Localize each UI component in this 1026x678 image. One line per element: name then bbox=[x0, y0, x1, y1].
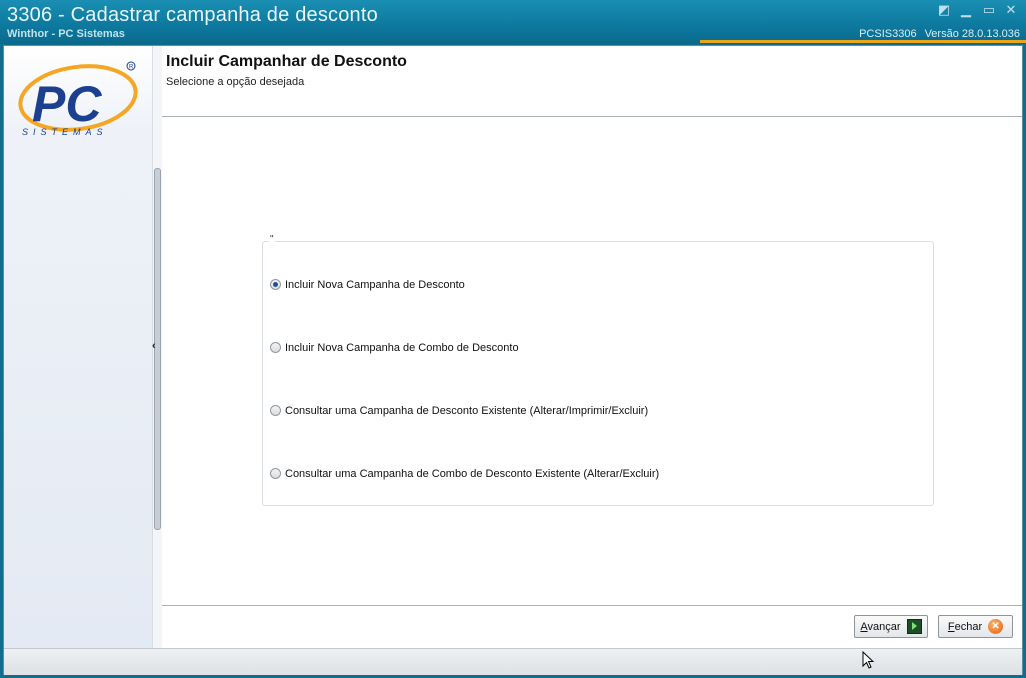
svg-text:R: R bbox=[129, 65, 134, 71]
main-panel: Incluir Campanhar de Desconto Selecione … bbox=[162, 46, 1022, 648]
radio-icon[interactable] bbox=[270, 468, 281, 479]
arrow-right-icon bbox=[906, 619, 922, 634]
option-consultar-campanha[interactable]: Consultar uma Campanha de Desconto Exist… bbox=[270, 405, 648, 417]
header-divider bbox=[162, 116, 1022, 117]
close-circle-icon: ✕ bbox=[988, 619, 1004, 634]
window-client: PC R SISTEMAS ‹ Incluir Campanhar de Des… bbox=[3, 45, 1023, 675]
option-incluir-combo[interactable]: Incluir Nova Campanha de Combo de Descon… bbox=[270, 342, 519, 354]
restore-icon[interactable]: ◩ bbox=[936, 3, 952, 17]
option-consultar-combo[interactable]: Consultar uma Campanha de Combo de Desco… bbox=[270, 468, 659, 480]
radio-icon[interactable] bbox=[270, 405, 281, 416]
window-subtitle: Winthor - PC Sistemas bbox=[7, 28, 125, 40]
sidebar-splitter[interactable]: ‹ bbox=[152, 46, 162, 648]
version-label: Versão 28.0.13.036 bbox=[924, 28, 1020, 40]
option-label: Consultar uma Campanha de Combo de Desco… bbox=[285, 468, 660, 480]
option-incluir-campanha[interactable]: Incluir Nova Campanha de Desconto bbox=[270, 279, 465, 291]
window-title: 3306 - Cadastrar campanha de desconto bbox=[7, 4, 378, 26]
fechar-button[interactable]: Fechar ✕ bbox=[938, 615, 1013, 638]
option-label: Incluir Nova Campanha de Combo de Descon… bbox=[285, 342, 519, 354]
option-label: Consultar uma Campanha de Desconto Exist… bbox=[285, 405, 649, 417]
fechar-label: Fechar bbox=[947, 620, 983, 633]
logo-text: SISTEMAS bbox=[22, 127, 108, 137]
routine-code: PCSIS3306 bbox=[859, 28, 917, 40]
footer-divider bbox=[162, 605, 1022, 606]
option-label: Incluir Nova Campanha de Desconto bbox=[285, 279, 465, 291]
avancar-label: Avançar bbox=[860, 620, 901, 633]
group-caption: " bbox=[269, 234, 275, 245]
close-icon[interactable]: ✕ bbox=[1003, 3, 1019, 17]
version-info: PCSIS3306 Versão 28.0.13.036 bbox=[859, 28, 1020, 40]
svg-text:PC: PC bbox=[32, 76, 102, 132]
page-title: Incluir Campanhar de Desconto bbox=[166, 53, 407, 70]
title-accent-line bbox=[700, 40, 1026, 43]
radio-icon[interactable] bbox=[270, 342, 281, 353]
sidebar: PC R SISTEMAS bbox=[4, 46, 152, 648]
avancar-button[interactable]: Avançar bbox=[854, 615, 928, 638]
minimize-icon[interactable]: ▁ bbox=[958, 3, 974, 17]
mouse-pointer-icon bbox=[862, 650, 876, 676]
maximize-icon[interactable]: ▭ bbox=[981, 3, 997, 17]
collapse-arrow-icon[interactable]: ‹ bbox=[152, 340, 156, 352]
title-bar: 3306 - Cadastrar campanha de desconto Wi… bbox=[0, 0, 1026, 44]
page-subtitle: Selecione a opção desejada bbox=[166, 76, 305, 88]
pc-sistemas-logo: PC R SISTEMAS bbox=[18, 58, 140, 143]
radio-icon-selected[interactable] bbox=[270, 279, 281, 290]
options-group: " Incluir Nova Campanha de Desconto Incl… bbox=[262, 234, 934, 506]
